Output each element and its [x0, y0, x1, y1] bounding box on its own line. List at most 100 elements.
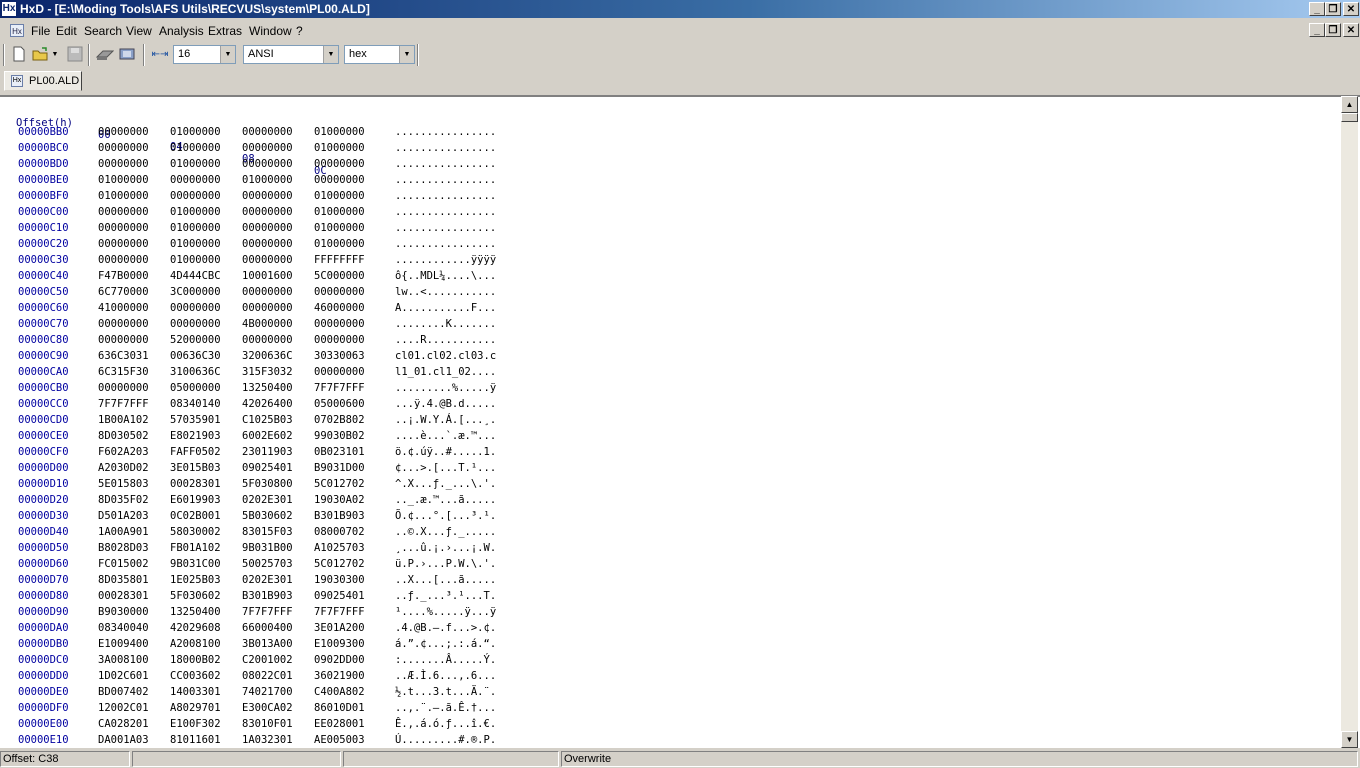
hex-byte-group[interactable]: A8029701	[170, 702, 221, 714]
hex-byte-group[interactable]: A2008100	[170, 638, 221, 650]
hex-byte-group[interactable]: E100F302	[170, 718, 221, 730]
open-disk-icon[interactable]	[95, 46, 115, 64]
hex-byte-group[interactable]: 5C000000	[314, 270, 365, 282]
hex-byte-group[interactable]: 0B023101	[314, 446, 365, 458]
hex-byte-group[interactable]: 00000000	[98, 158, 149, 170]
hex-byte-group[interactable]: 41000000	[98, 302, 149, 314]
hex-byte-group[interactable]: 00000000	[314, 174, 365, 186]
menu-window[interactable]: Window	[249, 24, 292, 38]
ascii-text[interactable]: ¸...û.¡.›...¡.W.	[395, 542, 496, 554]
menu-extras[interactable]: Extras	[208, 24, 242, 38]
ascii-text[interactable]: ¹....%.....ÿ...ÿ	[395, 606, 496, 618]
hex-byte-group[interactable]: 83015F03	[242, 526, 293, 538]
hex-byte-group[interactable]: 74021700	[242, 686, 293, 698]
hex-byte-group[interactable]: B9031D00	[314, 462, 365, 474]
hex-byte-group[interactable]: 46000000	[314, 302, 365, 314]
scroll-up-icon[interactable]: ▲	[1341, 96, 1358, 113]
hex-byte-group[interactable]: 12002C01	[98, 702, 149, 714]
hex-byte-group[interactable]: 50025703	[242, 558, 293, 570]
hex-byte-group[interactable]: D501A203	[98, 510, 149, 522]
ascii-text[interactable]: :.......Â.....Ý.	[395, 654, 496, 666]
hex-byte-group[interactable]: 01000000	[170, 222, 221, 234]
hex-byte-group[interactable]: 83010F01	[242, 718, 293, 730]
hex-byte-group[interactable]: 66000400	[242, 622, 293, 634]
hex-byte-group[interactable]: 8D035F02	[98, 494, 149, 506]
hex-byte-group[interactable]: 5C012702	[314, 478, 365, 490]
hex-byte-group[interactable]: 01000000	[314, 222, 365, 234]
ascii-text[interactable]: ................	[395, 142, 496, 154]
hex-byte-group[interactable]: 00000000	[242, 302, 293, 314]
hex-byte-group[interactable]: 00000000	[98, 206, 149, 218]
hex-byte-group[interactable]: FC015002	[98, 558, 149, 570]
hex-byte-group[interactable]: 09025401	[314, 590, 365, 602]
hex-byte-group[interactable]: 86010D01	[314, 702, 365, 714]
ascii-text[interactable]: ..©.X...ƒ._.....	[395, 526, 496, 538]
hex-byte-group[interactable]: 00000000	[170, 174, 221, 186]
hex-byte-group[interactable]: 4B000000	[242, 318, 293, 330]
hex-byte-group[interactable]: 01000000	[170, 206, 221, 218]
hex-byte-group[interactable]: 08340140	[170, 398, 221, 410]
ascii-text[interactable]: A...........F...	[395, 302, 496, 314]
vertical-scrollbar[interactable]: ▲ ▼	[1341, 96, 1358, 748]
hex-byte-group[interactable]: 3200636C	[242, 350, 293, 362]
hex-editor[interactable]: Offset(h) 00 04 08 0C 00000BB0 00000000 01…	[0, 95, 1360, 748]
hex-byte-group[interactable]: 08000702	[314, 526, 365, 538]
ascii-text[interactable]: lw..<...........	[395, 286, 496, 298]
hex-byte-group[interactable]: 3A008100	[98, 654, 149, 666]
hex-byte-group[interactable]: FAFF0502	[170, 446, 221, 458]
hex-byte-group[interactable]: 1B00A102	[98, 414, 149, 426]
open-folder-icon[interactable]	[32, 46, 50, 64]
hex-byte-group[interactable]: 4D444CBC	[170, 270, 221, 282]
hex-byte-group[interactable]: 9B031B00	[242, 542, 293, 554]
hex-byte-group[interactable]: FB01A102	[170, 542, 221, 554]
ascii-text[interactable]: .._.æ.™...ã.....	[395, 494, 496, 506]
ascii-text[interactable]: ...ÿ.4.@B.d.....	[395, 398, 496, 410]
hex-byte-group[interactable]: 08022C01	[242, 670, 293, 682]
hex-byte-group[interactable]: F602A203	[98, 446, 149, 458]
hex-byte-group[interactable]: 0202E301	[242, 494, 293, 506]
hex-byte-group[interactable]: 01000000	[170, 238, 221, 250]
hex-byte-group[interactable]: C400A802	[314, 686, 365, 698]
hex-byte-group[interactable]: F47B0000	[98, 270, 149, 282]
hex-byte-group[interactable]: 00000000	[242, 126, 293, 138]
menu-help[interactable]: ?	[296, 24, 303, 38]
ascii-text[interactable]: ................	[395, 238, 496, 250]
hex-byte-group[interactable]: A1025703	[314, 542, 365, 554]
hex-byte-group[interactable]: 1D02C601	[98, 670, 149, 682]
hxd-app-icon[interactable]: Hx	[2, 2, 16, 16]
hex-byte-group[interactable]: 13250400	[242, 382, 293, 394]
hex-byte-group[interactable]: 1A032301	[242, 734, 293, 746]
hex-byte-group[interactable]: E1009300	[314, 638, 365, 650]
hex-byte-group[interactable]: 81011601	[170, 734, 221, 746]
hex-byte-group[interactable]: 01000000	[314, 238, 365, 250]
hex-byte-group[interactable]: BD007402	[98, 686, 149, 698]
ascii-text[interactable]: ................	[395, 174, 496, 186]
hex-byte-group[interactable]: 00000000	[98, 254, 149, 266]
hex-byte-group[interactable]: C1025B03	[242, 414, 293, 426]
hex-byte-group[interactable]: 99030B02	[314, 430, 365, 442]
hex-byte-group[interactable]: 52000000	[170, 334, 221, 346]
ascii-text[interactable]: ..Æ.Ì.6...,.6...	[395, 670, 496, 682]
hex-byte-group[interactable]: B8028D03	[98, 542, 149, 554]
hex-byte-group[interactable]: 00000000	[98, 334, 149, 346]
hex-byte-group[interactable]: 00000000	[314, 318, 365, 330]
hex-byte-group[interactable]: 315F3032	[242, 366, 293, 378]
hex-byte-group[interactable]: 00000000	[242, 142, 293, 154]
hex-byte-group[interactable]: 5F030602	[170, 590, 221, 602]
hex-byte-group[interactable]: B301B903	[242, 590, 293, 602]
tab-pl00-ald[interactable]: Hx PL00.ALD	[4, 71, 82, 91]
hex-byte-group[interactable]: 00000000	[98, 382, 149, 394]
ascii-text[interactable]: Ê.‚.á.ó.ƒ...î.€.	[395, 718, 496, 730]
display-mode-combo[interactable]: hex ▼	[344, 45, 415, 64]
hex-document-icon[interactable]: Hx	[10, 24, 24, 37]
save-disk-icon[interactable]	[66, 46, 84, 64]
hex-byte-group[interactable]: 10001600	[242, 270, 293, 282]
hex-byte-group[interactable]: 00000000	[314, 366, 365, 378]
close-button[interactable]: ✕	[1343, 2, 1359, 16]
doc-close-button[interactable]: ✕	[1343, 23, 1359, 37]
hex-byte-group[interactable]: 00000000	[98, 142, 149, 154]
hex-byte-group[interactable]: E1009400	[98, 638, 149, 650]
hex-byte-group[interactable]: 7F7F7FFF	[242, 606, 293, 618]
minimize-button[interactable]: _	[1309, 2, 1325, 16]
hex-byte-group[interactable]: B301B903	[314, 510, 365, 522]
